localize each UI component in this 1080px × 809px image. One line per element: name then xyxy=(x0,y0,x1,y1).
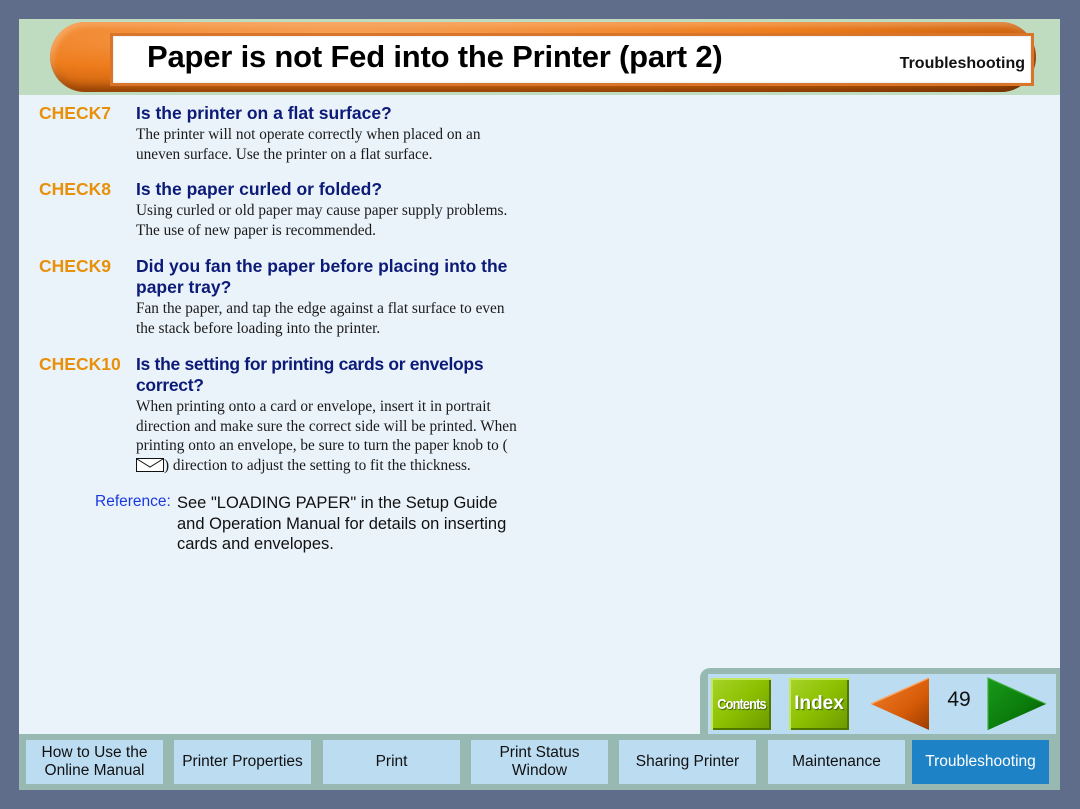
title-box: Paper is not Fed into the Printer (part … xyxy=(113,36,1031,83)
left-arrow-icon xyxy=(870,677,930,730)
navigation-panel: Contents Index 49 xyxy=(700,668,1060,740)
check-body: The printer will not operate correctly w… xyxy=(136,126,481,163)
tab-printer-properties[interactable]: Printer Properties xyxy=(174,740,311,784)
tab-label: Print Status Window xyxy=(499,744,580,779)
tab-label: Troubleshooting xyxy=(925,753,1036,770)
header-band: Paper is not Fed into the Printer (part … xyxy=(19,19,1060,95)
check-label: CHECK7 xyxy=(39,103,111,123)
reference-label: Reference: xyxy=(95,493,171,510)
check-body: Fan the paper, and tap the edge against … xyxy=(136,300,505,337)
section-label: Troubleshooting xyxy=(899,55,1025,72)
check-body: Using curled or old paper may cause pape… xyxy=(136,202,508,239)
tab-print-status-window[interactable]: Print Status Window xyxy=(471,740,608,784)
tab-label: Sharing Printer xyxy=(635,753,740,770)
tab-label: Maintenance xyxy=(792,753,881,770)
check-question: Is the paper curled or folded? xyxy=(136,179,383,199)
right-arrow-icon xyxy=(987,677,1047,730)
next-page-button[interactable] xyxy=(986,677,1048,731)
chapter-tabs: How to Use the Online Manual Printer Pro… xyxy=(19,734,1060,790)
check-body: When printing onto a card or envelope, i… xyxy=(136,397,522,475)
page: Paper is not Fed into the Printer (part … xyxy=(19,19,1060,790)
check-body-text: ) direction to adjust the setting to fit… xyxy=(164,456,471,474)
tab-maintenance[interactable]: Maintenance xyxy=(768,740,905,784)
check-question: Is the setting for printing cards or env… xyxy=(136,354,484,395)
tab-label: Printer Properties xyxy=(182,753,303,770)
title-capsule: Paper is not Fed into the Printer (part … xyxy=(50,22,1036,92)
tab-troubleshooting[interactable]: Troubleshooting xyxy=(912,740,1049,784)
tab-sharing-printer[interactable]: Sharing Printer xyxy=(619,740,756,784)
tab-label: Print xyxy=(375,753,408,770)
check-question: Is the printer on a flat surface? xyxy=(136,103,392,123)
check-label: CHECK9 xyxy=(39,256,111,276)
check-label: CHECK8 xyxy=(39,179,111,199)
tab-label: How to Use the Online Manual xyxy=(41,744,148,779)
contents-button[interactable]: Contents xyxy=(711,678,771,730)
page-number: 49 xyxy=(947,688,971,711)
index-button-label: Index xyxy=(794,693,844,714)
check-label: CHECK10 xyxy=(39,354,121,374)
envelope-icon xyxy=(136,457,164,472)
check-body-text: When printing onto a card or envelope, i… xyxy=(136,398,517,454)
navigation-inner: Contents Index 49 xyxy=(708,674,1056,734)
contents-button-label: Contents xyxy=(716,695,766,713)
index-button[interactable]: Index xyxy=(789,678,849,730)
tab-print[interactable]: Print xyxy=(323,740,460,784)
reference-text: See "LOADING PAPER" in the Setup Guide a… xyxy=(177,494,507,553)
check-question: Did you fan the paper before placing int… xyxy=(136,256,508,297)
previous-page-button[interactable] xyxy=(870,677,931,731)
page-title: Paper is not Fed into the Printer (part … xyxy=(147,39,723,74)
tab-how-to-use[interactable]: How to Use the Online Manual xyxy=(26,740,163,784)
